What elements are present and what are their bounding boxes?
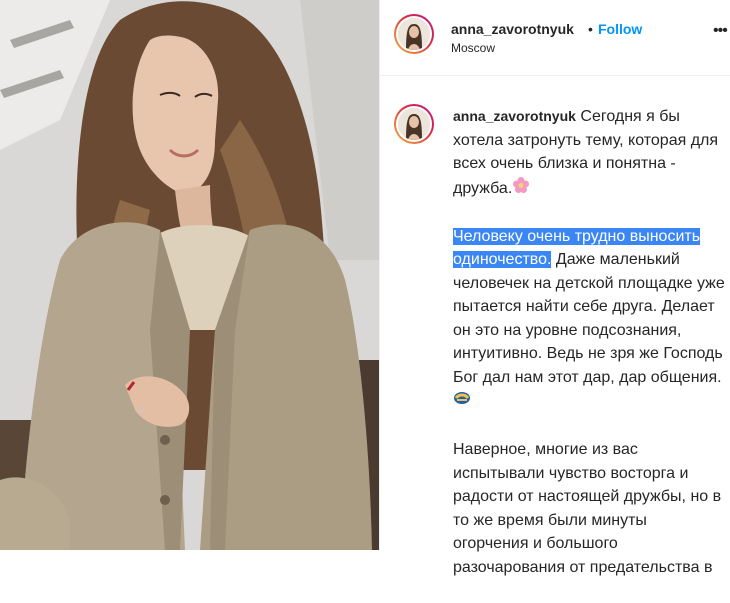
separator-dot: • xyxy=(588,21,593,37)
caption-paragraph-1: anna_zavorotnyuk Сегодня я бы хотела зат… xyxy=(453,105,725,201)
post-header: anna_zavorotnyuk • Follow Moscow ••• xyxy=(380,0,730,76)
caption-paragraph-3: Наверное, многие из вас испытывали чувст… xyxy=(453,441,722,576)
handshake-emoji-icon xyxy=(453,389,471,415)
caption-username[interactable]: anna_zavorotnyuk xyxy=(453,108,576,124)
caption-p2-text: Даже маленький человечек на детской площ… xyxy=(453,251,725,386)
more-options-icon[interactable]: ••• xyxy=(713,22,728,40)
follow-button[interactable]: Follow xyxy=(598,21,642,37)
flower-emoji-icon xyxy=(512,176,530,202)
post-sidebar: anna_zavorotnyuk • Follow Moscow ••• ann… xyxy=(379,0,730,576)
avatar-image-icon xyxy=(398,108,430,140)
caption-avatar[interactable] xyxy=(394,104,434,144)
avatar[interactable] xyxy=(394,14,434,54)
header-username[interactable]: anna_zavorotnyuk xyxy=(451,21,574,37)
caption-text: anna_zavorotnyuk Сегодня я бы хотела зат… xyxy=(453,105,725,603)
post-photo[interactable] xyxy=(0,0,379,550)
location-link[interactable]: Moscow xyxy=(451,41,495,55)
caption-paragraph-2: Человеку очень трудно выносить одиночест… xyxy=(453,225,725,415)
avatar-image-icon xyxy=(398,18,430,50)
photo-illustration xyxy=(0,0,379,550)
